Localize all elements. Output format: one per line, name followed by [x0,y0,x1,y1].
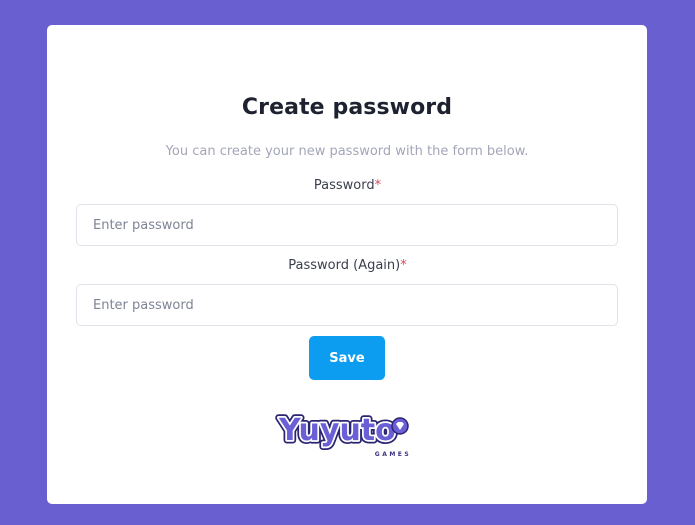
password-again-label-text: Password (Again) [288,258,401,273]
password-label: Password* [0,178,695,193]
logo-brand-text: Yuyuto [278,413,396,448]
yuyuto-games-logo: Yuyuto Yuyuto Yuyuto GAMES [275,410,411,458]
password-again-input[interactable] [76,284,618,326]
password-input[interactable] [76,204,618,246]
save-button[interactable]: Save [309,336,385,380]
required-marker: * [400,258,407,273]
password-label-text: Password [313,178,375,193]
page-subtitle: You can create your new password with th… [165,144,529,159]
required-marker: * [374,178,382,193]
gem-icon [391,417,409,435]
password-again-label: Password (Again)* [0,258,695,273]
page-title: Create password [241,95,453,120]
logo-sub-text: GAMES [375,451,411,458]
